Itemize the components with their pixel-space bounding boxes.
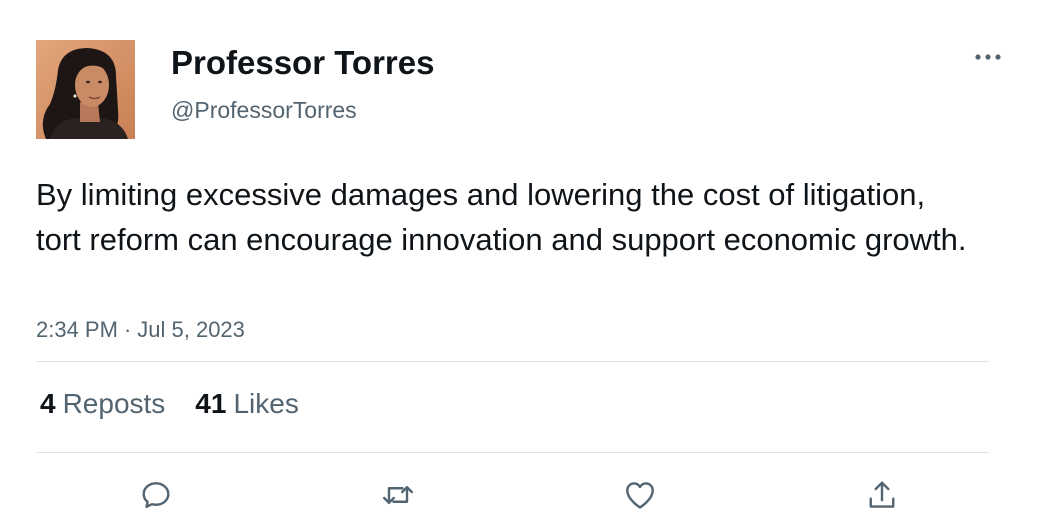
ellipsis-icon (975, 54, 1001, 60)
tweet-text: By limiting excessive damages and loweri… (36, 177, 967, 257)
tweet-card: Professor Torres @ProfessorTorres By lim… (0, 0, 1050, 525)
tweet-timestamp[interactable]: 2:34 PM · Jul 5, 2023 (36, 317, 245, 343)
reposts-label: Reposts (62, 388, 166, 419)
tweet-date: Jul 5, 2023 (137, 317, 245, 342)
avatar[interactable] (36, 40, 135, 139)
profile-photo-icon (36, 40, 135, 139)
like-button[interactable] (620, 475, 660, 515)
display-name[interactable]: Professor Torres (171, 44, 434, 82)
user-handle[interactable]: @ProfessorTorres (171, 97, 357, 124)
timestamp-separator: · (123, 317, 132, 342)
divider (36, 361, 989, 362)
share-button[interactable] (862, 475, 902, 515)
likes-label: Likes (233, 388, 299, 419)
reposts-stat[interactable]: 4 Reposts (40, 388, 165, 420)
likes-count: 41 (195, 388, 227, 419)
tweet-time: 2:34 PM (36, 317, 118, 342)
repost-button[interactable] (378, 475, 418, 515)
reply-button[interactable] (136, 475, 176, 515)
repost-icon (383, 486, 413, 504)
engagement-stats: 4 Reposts 41 Likes (40, 388, 299, 420)
share-icon (869, 481, 895, 508)
more-options-button[interactable] (970, 42, 1006, 72)
reply-icon (142, 482, 170, 509)
likes-stat[interactable]: 41 Likes (195, 388, 299, 420)
reposts-count: 4 (40, 388, 56, 419)
heart-icon (626, 482, 654, 509)
divider (36, 452, 989, 453)
